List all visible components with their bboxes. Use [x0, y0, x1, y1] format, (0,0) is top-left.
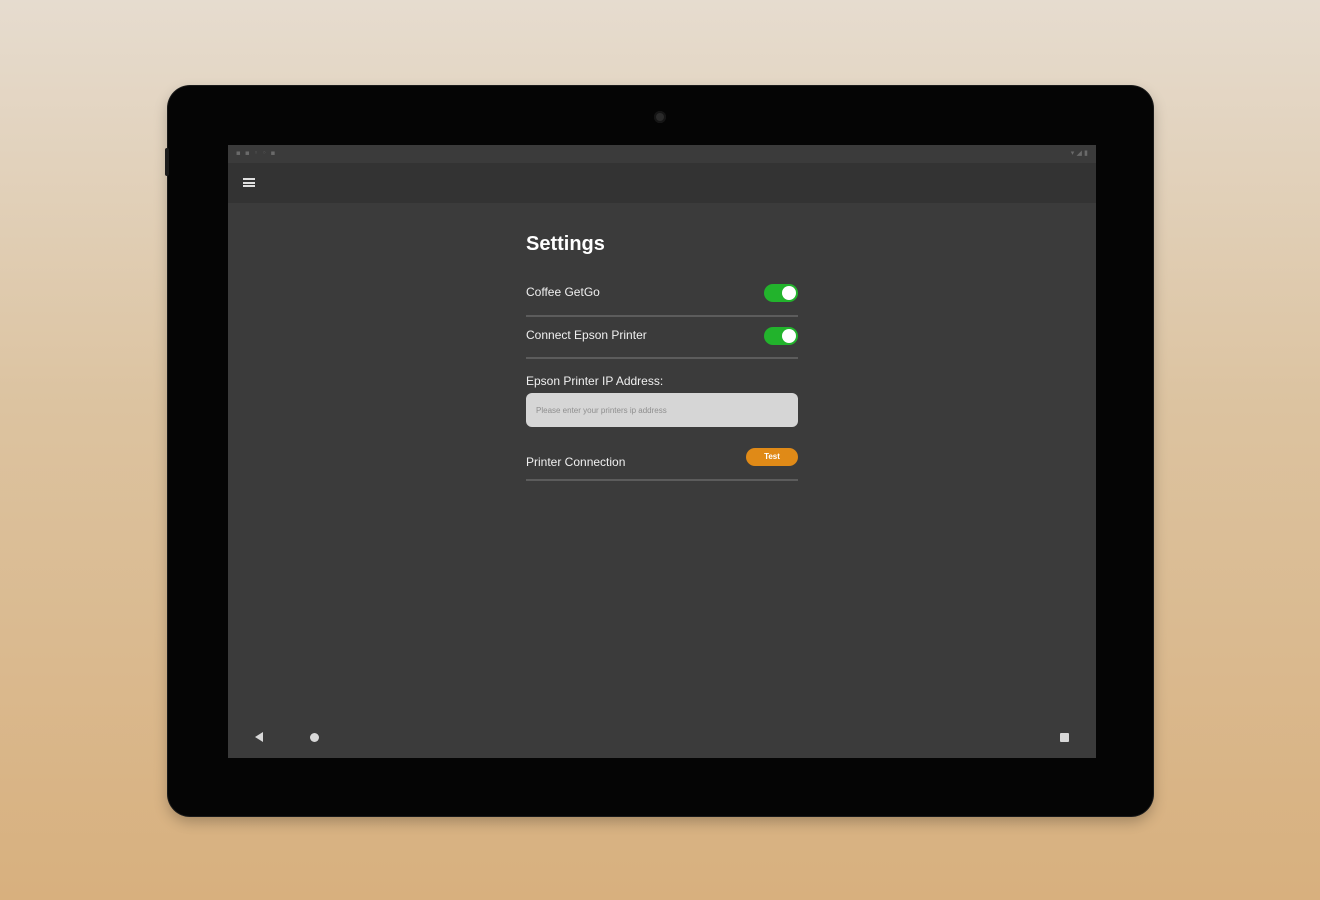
home-icon[interactable] — [310, 733, 319, 742]
page-title: Settings — [526, 233, 605, 255]
status-bar-system-icons: ▾ ◢ ▮ — [1070, 149, 1088, 157]
ip-address-label: Epson Printer IP Address: — [526, 374, 664, 388]
front-camera — [654, 111, 666, 123]
setting-row-coffee-getgo: Coffee GetGo — [526, 273, 798, 317]
recents-icon[interactable] — [1060, 733, 1069, 742]
toggle-knob — [782, 329, 796, 343]
ip-address-input[interactable] — [526, 393, 798, 427]
connect-epson-toggle[interactable] — [764, 327, 798, 345]
setting-row-printer-connection: Printer Connection Test — [526, 437, 798, 481]
connect-epson-label: Connect Epson Printer — [526, 328, 647, 342]
app-bar — [228, 163, 1096, 203]
status-bar: ▪ ▪ ◦ ◦ ▪ ▾ ◢ ▮ — [228, 145, 1096, 163]
test-connection-button[interactable]: Test — [746, 448, 798, 466]
coffee-getgo-toggle[interactable] — [764, 284, 798, 302]
tablet-side-button — [165, 148, 169, 176]
navigation-bar — [228, 718, 1096, 758]
tablet-frame: ▪ ▪ ◦ ◦ ▪ ▾ ◢ ▮ Settings Coffee GetGo Co… — [165, 86, 1153, 816]
setting-row-connect-epson: Connect Epson Printer — [526, 315, 798, 359]
status-bar-notification-icons: ▪ ▪ ◦ ◦ ▪ — [236, 149, 277, 157]
menu-icon[interactable] — [243, 178, 255, 187]
printer-connection-label: Printer Connection — [526, 455, 626, 469]
back-icon[interactable] — [255, 732, 263, 742]
device-screen: ▪ ▪ ◦ ◦ ▪ ▾ ◢ ▮ Settings Coffee GetGo Co… — [228, 145, 1096, 758]
coffee-getgo-label: Coffee GetGo — [526, 285, 600, 299]
toggle-knob — [782, 286, 796, 300]
